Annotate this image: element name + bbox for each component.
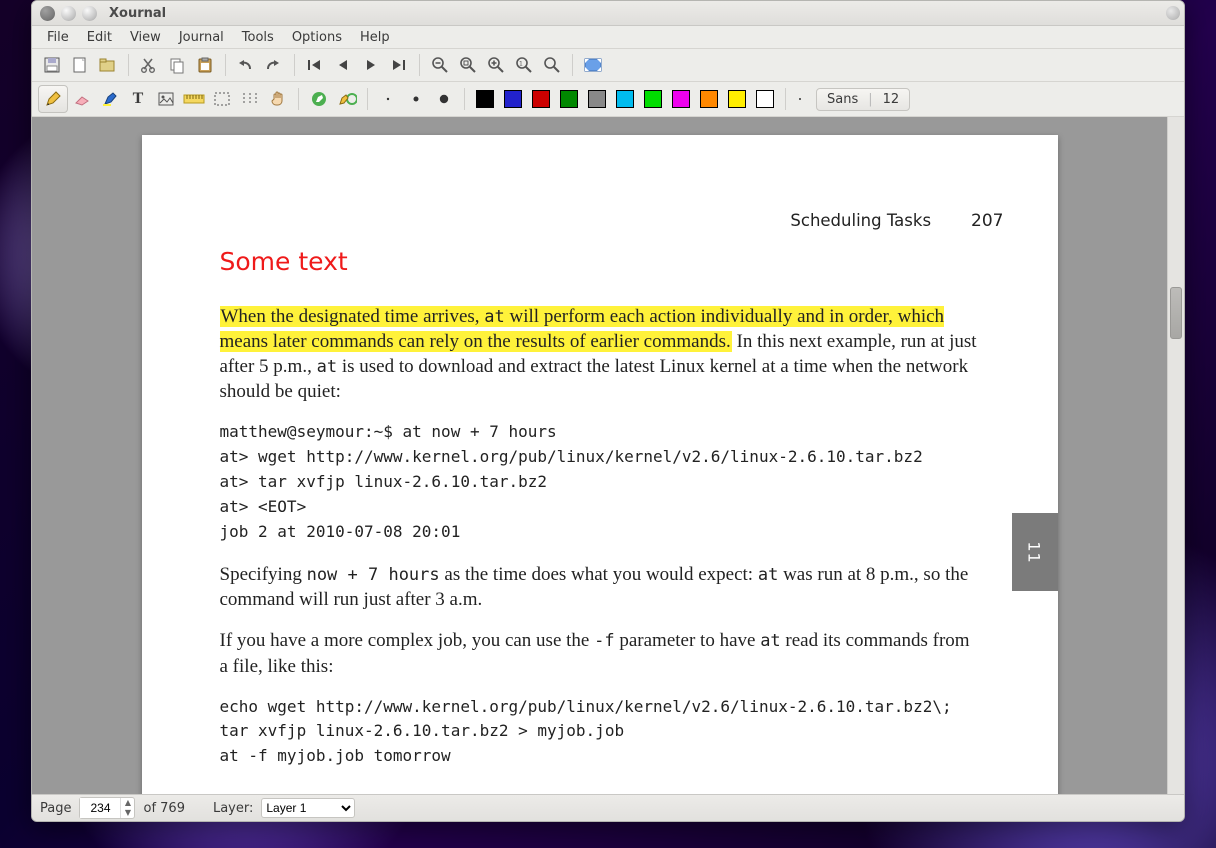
new-button[interactable] (66, 52, 94, 78)
toolbar-separator (572, 54, 573, 76)
titlebar: Xournal (32, 1, 1184, 26)
paragraph-2: Specifying now + 7 hours as the time doe… (220, 562, 980, 612)
default-pen-button[interactable] (305, 86, 333, 112)
window-maximize-button[interactable] (82, 6, 97, 21)
toolbar-separator (419, 54, 420, 76)
toolbar-separator (785, 88, 786, 110)
statusbar: Page ▲ ▼ of 769 Layer: Layer 1 (32, 794, 1184, 821)
image-tool-button[interactable] (152, 86, 180, 112)
color-swatch-cyan[interactable] (611, 86, 639, 112)
text-annotation[interactable]: Some text (220, 247, 980, 276)
page-spinner-down[interactable]: ▼ (121, 808, 134, 818)
color-swatch-gray[interactable] (583, 86, 611, 112)
thickness-medium-button[interactable] (402, 86, 430, 112)
default-highlighter-button[interactable] (333, 86, 361, 112)
color-swatch-magenta[interactable] (667, 86, 695, 112)
page-header: Scheduling Tasks 207 (142, 211, 1058, 231)
menu-journal[interactable]: Journal (170, 28, 233, 47)
page-label: Page (40, 801, 71, 816)
zoom-100-button[interactable]: 1 (510, 52, 538, 78)
page-number: 207 (971, 211, 1003, 231)
zoom-in-button[interactable] (482, 52, 510, 78)
color-swatch-yellow[interactable] (723, 86, 751, 112)
toolbar-separator (225, 54, 226, 76)
color-swatch-black[interactable] (471, 86, 499, 112)
code-block-1: matthew@seymour:~$ at now + 7 hours at> … (220, 420, 980, 544)
content-area: Scheduling Tasks 207 11 Some text When t… (32, 117, 1184, 794)
font-size-label: 12 (883, 92, 900, 107)
menu-view[interactable]: View (121, 28, 170, 47)
paragraph-3: If you have a more complex job, you can … (220, 628, 980, 678)
paste-button[interactable] (191, 52, 219, 78)
layer-select[interactable]: Layer 1 (261, 798, 355, 818)
thickness-thick-button[interactable] (430, 86, 458, 112)
window-title: Xournal (109, 6, 166, 21)
canvas-viewport[interactable]: Scheduling Tasks 207 11 Some text When t… (32, 117, 1167, 794)
menu-tools[interactable]: Tools (233, 28, 283, 47)
toolbar-separator (294, 54, 295, 76)
select-rect-tool-button[interactable] (208, 86, 236, 112)
menu-help[interactable]: Help (351, 28, 399, 47)
section-title: Scheduling Tasks (790, 211, 931, 230)
ruler-tool-button[interactable] (180, 86, 208, 112)
undo-button[interactable] (232, 52, 260, 78)
page-spinner-up[interactable]: ▲ (121, 798, 134, 808)
font-name-label: Sans (827, 92, 858, 107)
menu-file[interactable]: File (38, 28, 78, 47)
menubar: File Edit View Journal Tools Options Hel… (32, 26, 1184, 49)
menu-edit[interactable]: Edit (78, 28, 121, 47)
fullscreen-button[interactable] (579, 52, 607, 78)
page-total-label: of 769 (143, 801, 184, 816)
scrollbar-thumb[interactable] (1170, 287, 1182, 339)
color-swatch-blue[interactable] (499, 86, 527, 112)
zoom-out-button[interactable] (426, 52, 454, 78)
layer-label: Layer: (213, 801, 253, 816)
color-swatch-white[interactable] (751, 86, 779, 112)
vertical-scrollbar[interactable] (1167, 117, 1184, 794)
select-region-tool-button[interactable] (236, 86, 264, 112)
eraser-tool-button[interactable] (68, 86, 96, 112)
open-button[interactable] (94, 52, 122, 78)
page-spinner[interactable]: ▲ ▼ (79, 797, 135, 819)
last-page-button[interactable] (385, 52, 413, 78)
highlighter-tool-button[interactable] (96, 86, 124, 112)
paragraph-1: When the designated time arrives, at wil… (220, 304, 980, 404)
color-swatch-red[interactable] (527, 86, 555, 112)
copy-button[interactable] (163, 52, 191, 78)
hand-tool-button[interactable] (264, 86, 292, 112)
first-page-button[interactable] (301, 52, 329, 78)
zoom-tool-button[interactable] (538, 52, 566, 78)
prev-page-button[interactable] (329, 52, 357, 78)
toolbar-tools: T Sans | 12 (32, 82, 1184, 117)
next-page-button[interactable] (357, 52, 385, 78)
toolbar-separator (367, 88, 368, 110)
menu-options[interactable]: Options (283, 28, 351, 47)
toolbar-separator (464, 88, 465, 110)
zoom-fit-button[interactable] (454, 52, 482, 78)
chapter-thumb-tab: 11 (1012, 513, 1058, 591)
window-close-button[interactable] (40, 6, 55, 21)
color-swatch-green[interactable] (555, 86, 583, 112)
panel-indicator-icon (1166, 6, 1180, 20)
window-minimize-button[interactable] (61, 6, 76, 21)
toolbar-separator (128, 54, 129, 76)
toolbar-separator (298, 88, 299, 110)
code-block-2: echo wget http://www.kernel.org/pub/linu… (220, 695, 980, 769)
cut-button[interactable] (135, 52, 163, 78)
pencil-tool-button[interactable] (38, 85, 68, 113)
color-swatch-orange[interactable] (695, 86, 723, 112)
toolbar-main: 1 (32, 49, 1184, 82)
text-tool-button[interactable]: T (124, 86, 152, 112)
svg-text:1: 1 (519, 61, 523, 68)
color-swatch-lime[interactable] (639, 86, 667, 112)
page-input[interactable] (80, 798, 120, 818)
font-selector-button[interactable]: Sans | 12 (816, 88, 910, 111)
app-window: Xournal File Edit View Journal Tools Opt… (31, 0, 1185, 822)
page-body: Some text When the designated time arriv… (220, 247, 980, 769)
thickness-thin-button[interactable] (374, 86, 402, 112)
page-current[interactable]: Scheduling Tasks 207 11 Some text When t… (142, 135, 1058, 794)
redo-button[interactable] (260, 52, 288, 78)
save-button[interactable] (38, 52, 66, 78)
thickness-indicator-icon (792, 86, 808, 112)
